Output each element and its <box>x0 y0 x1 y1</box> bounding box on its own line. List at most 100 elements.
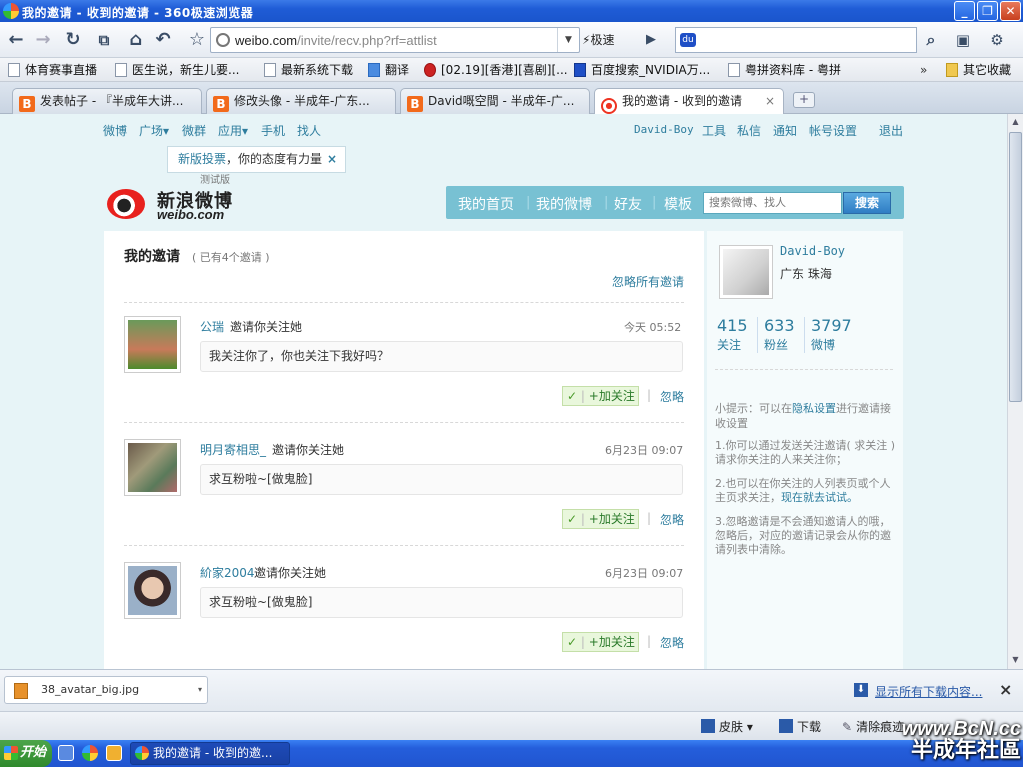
forward-icon[interactable]: → <box>32 29 54 51</box>
download-menu-icon[interactable]: ▾ <box>198 677 202 703</box>
posts-label[interactable]: 微博 <box>811 336 835 353</box>
weibo-search-input[interactable]: 搜索微博、找人 <box>703 192 842 214</box>
favorite-star-icon[interactable]: ☆ <box>186 29 208 51</box>
speed-mode-button[interactable]: ⚡极速 <box>582 28 634 52</box>
avatar[interactable] <box>124 439 181 496</box>
close-button[interactable]: ✕ <box>1000 1 1021 21</box>
bookmark-item[interactable]: 体育赛事直播 <box>8 61 97 79</box>
toplink-groups[interactable]: 微群 <box>182 122 206 139</box>
try-now-link[interactable]: 现在就去试试。 <box>781 491 858 504</box>
scroll-thumb[interactable] <box>1009 132 1022 402</box>
fans-count[interactable]: 633 <box>764 316 795 335</box>
weibo-logo[interactable]: 新浪微博 weibo.com <box>107 183 237 223</box>
nav-my-weibo[interactable]: 我的微博 <box>536 194 592 214</box>
close-tab-icon[interactable]: × <box>765 89 775 113</box>
toplink-apps[interactable]: 应用▾ <box>218 122 248 139</box>
toplink-logout[interactable]: 退出 <box>879 122 903 139</box>
tab-post[interactable]: B 发表帖子 - 『半成年大讲... <box>12 88 202 114</box>
new-tab-button[interactable]: + <box>793 92 815 108</box>
avatar[interactable] <box>124 316 181 373</box>
toplink-messages[interactable]: 私信 <box>737 122 761 139</box>
minimize-button[interactable]: _ <box>954 1 975 21</box>
vote-link[interactable]: 新版投票 <box>178 152 226 166</box>
ignore-all-link[interactable]: 忽略所有邀请 <box>612 273 684 290</box>
search-icon[interactable]: ⌕ <box>920 29 942 51</box>
divider <box>124 422 684 423</box>
toplink-notice[interactable]: 通知 <box>773 122 797 139</box>
more-bookmarks-icon[interactable]: » <box>920 61 927 79</box>
windows-taskbar: 开始 我的邀请 - 收到的邀... <box>0 740 1023 767</box>
invite-action: 邀请你关注她 <box>230 320 303 334</box>
inviter-name[interactable]: 公瑞 <box>200 318 224 335</box>
toplink-square[interactable]: 广场▾ <box>139 122 169 139</box>
bookmark-item[interactable]: [02.19][香港][喜剧][... <box>424 61 568 79</box>
follow-button[interactable]: ✓ | +加关注 <box>562 509 639 529</box>
page-scrollbar[interactable]: ▲ ▼ <box>1007 114 1023 669</box>
toplink-username[interactable]: David-Boy <box>634 123 694 136</box>
bookmark-item[interactable]: 最新系统下载 <box>264 61 353 79</box>
posts-count[interactable]: 3797 <box>811 316 852 335</box>
user-account-icon[interactable]: ▣ <box>952 29 974 51</box>
logo-text-en: weibo.com <box>157 207 225 222</box>
privacy-settings-link[interactable]: 隐私设置 <box>792 402 836 415</box>
ignore-link[interactable]: 忽略 <box>660 511 684 528</box>
nav-friends[interactable]: 好友 <box>614 194 642 214</box>
avatar[interactable] <box>124 562 181 619</box>
nav-templates[interactable]: 模板 <box>664 194 692 214</box>
back-icon[interactable]: ← <box>5 29 27 51</box>
undo-icon[interactable]: ↶ <box>152 29 174 51</box>
tools-wrench-icon[interactable]: ⚙ <box>986 29 1008 51</box>
profile-name[interactable]: David-Boy <box>780 244 845 258</box>
bookmark-folder-other[interactable]: 其它收藏 <box>946 61 1011 79</box>
following-label[interactable]: 关注 <box>717 336 741 353</box>
profile-avatar[interactable] <box>719 245 773 299</box>
follow-button[interactable]: ✓ | +加关注 <box>562 386 639 406</box>
home-icon[interactable]: ⌂ <box>125 29 147 51</box>
skin-button[interactable]: 皮肤 ▾ <box>701 718 753 735</box>
maximize-button[interactable]: ❐ <box>977 1 998 21</box>
taskbar-window-item[interactable]: 我的邀请 - 收到的邀... <box>130 742 290 765</box>
address-bar[interactable]: weibo.com/invite/recv.php?rf=attlist ▼ <box>210 27 580 53</box>
scroll-down-icon[interactable]: ▼ <box>1008 652 1023 668</box>
show-all-downloads-link[interactable]: 显示所有下载内容... <box>875 683 982 700</box>
fans-label[interactable]: 粉丝 <box>764 336 788 353</box>
weibo-search-button[interactable]: 搜索 <box>843 192 891 214</box>
ignore-link[interactable]: 忽略 <box>660 634 684 651</box>
toplink-tools[interactable]: 工具 <box>702 122 726 139</box>
address-dropdown-icon[interactable]: ▼ <box>557 28 579 52</box>
scroll-up-icon[interactable]: ▲ <box>1008 114 1023 130</box>
follow-button[interactable]: ✓ | +加关注 <box>562 632 639 652</box>
nav-home[interactable]: 我的首页 <box>458 194 514 214</box>
start-button[interactable]: 开始 <box>0 740 52 767</box>
inviter-name[interactable]: 紒家2004 <box>200 564 255 581</box>
restore-tab-icon[interactable]: ⧉ <box>93 29 115 51</box>
inviter-name[interactable]: 明月寄相思_ <box>200 441 266 458</box>
image-file-icon <box>14 683 28 699</box>
bookmark-item[interactable]: 翻译 <box>368 61 409 79</box>
stat-divider <box>804 317 805 353</box>
app-quicklaunch-icon[interactable] <box>106 745 122 761</box>
refresh-icon[interactable]: ↻ <box>62 29 84 51</box>
play-icon[interactable]: ▶ <box>640 29 662 51</box>
tab-invites[interactable]: ● 我的邀请 - 收到的邀请 × <box>594 88 784 115</box>
close-icon[interactable]: × <box>327 147 337 172</box>
download-item[interactable]: 38_avatar_big.jpg ▾ <box>4 676 208 704</box>
toplink-find[interactable]: 找人 <box>297 122 321 139</box>
tab-avatar[interactable]: B 修改头像 - 半成年-广东... <box>206 88 396 114</box>
baidu-paw-icon[interactable]: du <box>680 33 696 47</box>
toplink-weibo[interactable]: 微博 <box>103 122 127 139</box>
bookmark-item[interactable]: 百度搜索_NVIDIA万... <box>574 61 710 79</box>
ie-quicklaunch-icon[interactable] <box>58 745 74 761</box>
toplink-mobile[interactable]: 手机 <box>261 122 285 139</box>
following-count[interactable]: 415 <box>717 316 748 335</box>
nav-divider: | <box>604 195 609 210</box>
bookmark-item[interactable]: 医生说，新生儿要... <box>115 61 239 79</box>
tab-space[interactable]: B David嘅空間 - 半成年-广... <box>400 88 590 114</box>
download-button[interactable]: 下载 <box>779 718 821 735</box>
close-download-bar-icon[interactable]: × <box>999 680 1012 699</box>
browser-quicklaunch-icon[interactable] <box>82 745 98 761</box>
bookmark-item[interactable]: 粤拼资料库 - 粤拼 <box>728 61 841 79</box>
toplink-settings[interactable]: 帐号设置 <box>809 122 857 139</box>
search-engine-input[interactable]: du <box>675 27 917 53</box>
ignore-link[interactable]: 忽略 <box>660 388 684 405</box>
